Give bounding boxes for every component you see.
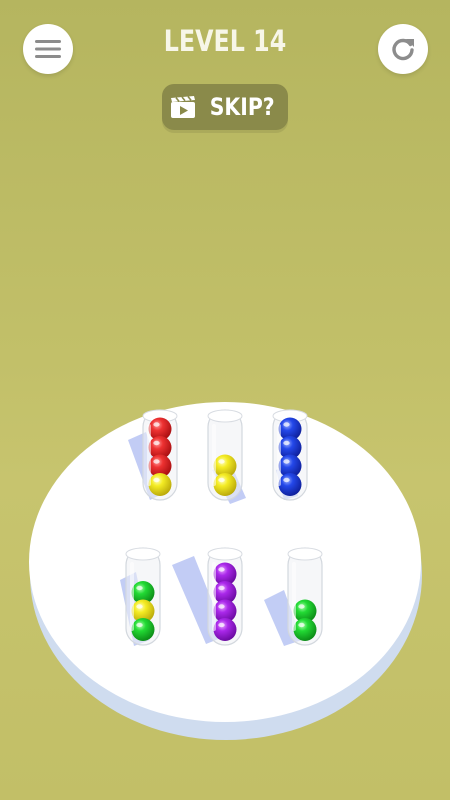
tube-rim (287, 547, 323, 561)
ball-highlight (218, 585, 225, 591)
game-board (29, 402, 422, 740)
tube-sheen (147, 424, 151, 486)
tube-sheen (277, 424, 281, 486)
tube[interactable] (142, 409, 178, 501)
ball-purple (213, 618, 237, 641)
ball-highlight (218, 459, 225, 464)
tube[interactable] (287, 547, 323, 646)
ball-highlight (136, 585, 143, 591)
ball-highlight (283, 440, 290, 446)
tube-rim (125, 547, 161, 561)
ball-highlight (218, 477, 225, 483)
ball-highlight (153, 422, 160, 427)
ball-highlight (283, 459, 290, 464)
ball-highlight (298, 622, 305, 628)
tube-sheen (212, 562, 216, 631)
ball-highlight (136, 622, 143, 628)
ball-green (131, 618, 155, 641)
ball-highlight (218, 622, 225, 628)
tube-rim (207, 547, 243, 561)
ball-blue (278, 473, 302, 496)
ball-highlight (218, 604, 225, 609)
ball-highlight (218, 567, 225, 572)
ball-highlight (153, 440, 160, 446)
ball-yellow (213, 473, 237, 496)
tube[interactable] (125, 547, 161, 646)
ball-highlight (283, 422, 290, 427)
tube[interactable] (207, 409, 243, 501)
ball-green (293, 618, 317, 641)
ball-highlight (283, 477, 290, 483)
tube[interactable] (272, 409, 308, 501)
tube-sheen (212, 424, 216, 486)
ball-highlight (153, 459, 160, 464)
tube-sheen (292, 562, 296, 631)
ball-yellow (148, 473, 172, 496)
tube-rim (207, 409, 243, 423)
ball-highlight (298, 604, 305, 609)
ball-highlight (136, 604, 143, 609)
tube-sheen (130, 562, 134, 631)
tube[interactable] (207, 547, 243, 646)
ball-highlight (153, 477, 160, 483)
